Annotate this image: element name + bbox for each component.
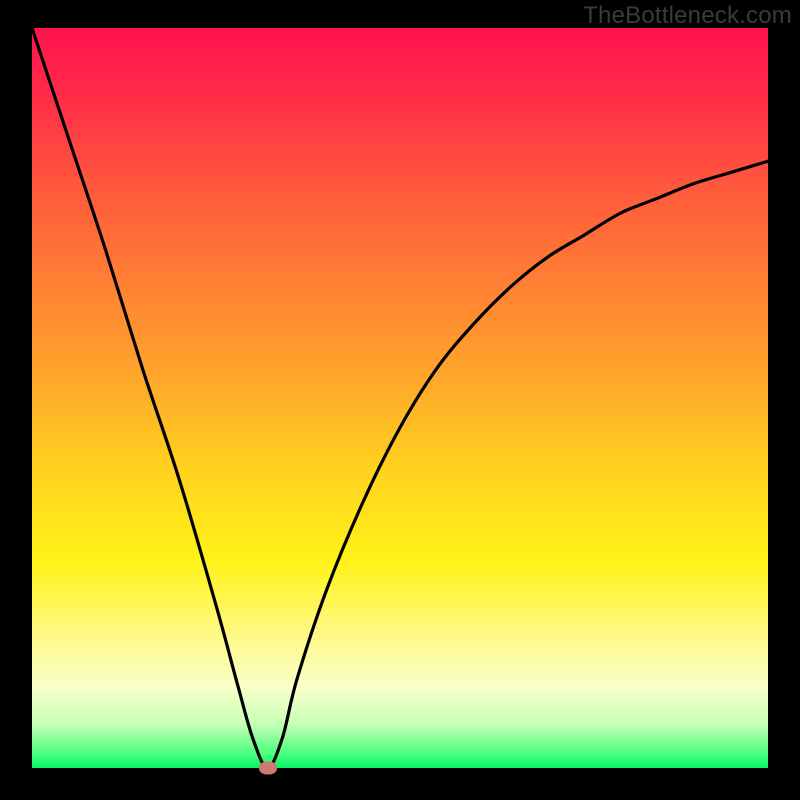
curve-path — [32, 28, 768, 768]
optimum-marker — [259, 762, 277, 775]
watermark-text: TheBottleneck.com — [583, 2, 792, 30]
bottleneck-curve — [32, 28, 768, 768]
chart-frame: TheBottleneck.com — [0, 0, 800, 800]
plot-area — [32, 28, 768, 768]
